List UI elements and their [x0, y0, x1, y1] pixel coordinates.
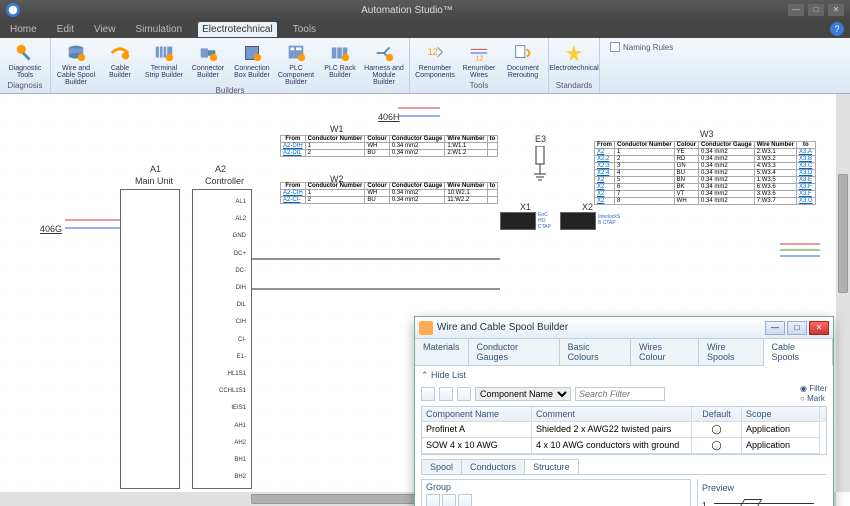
tab-wires-colour[interactable]: Wires Colour [631, 339, 699, 365]
a1-ref: A1 [150, 164, 161, 174]
delete-item-button[interactable] [439, 387, 453, 401]
renumber-wires-button[interactable]: 12Renumber Wires [458, 40, 500, 81]
table-w2: FromConductor NumberColourConductor Gaug… [280, 182, 498, 204]
connector-icon [197, 42, 219, 64]
dialog-title: Wire and Cable Spool Builder [437, 322, 765, 333]
label-w1: W1 [330, 124, 344, 134]
net-label-406g[interactable]: 406G [40, 224, 62, 234]
renumber-wires-icon: 12 [468, 42, 490, 64]
filter-by-select[interactable]: Component Name [475, 387, 571, 401]
label-x1: X1 [520, 202, 531, 212]
wrench-gear-icon [14, 42, 36, 64]
minimize-button[interactable]: — [788, 4, 804, 16]
copy-item-button[interactable] [457, 387, 471, 401]
wire-cable-spool-builder-dialog: Wire and Cable Spool Builder — □ ✕ Mater… [414, 316, 834, 506]
table-w3: FromConductor NumberColourConductor Gaug… [594, 141, 816, 205]
rerouting-icon [512, 42, 534, 64]
renumber-comp-icon: 12 [424, 42, 446, 64]
a2-ref: A2 [215, 164, 226, 174]
net-label-406h[interactable]: 406H [378, 112, 400, 122]
label-x2: X2 [582, 202, 593, 212]
a2-name: Controller [205, 176, 244, 186]
terminal-strip-icon [153, 42, 175, 64]
naming-rules-checkbox[interactable]: Naming Rules [604, 40, 679, 54]
box-icon [241, 42, 263, 64]
tab-materials[interactable]: Materials [415, 339, 469, 365]
app-title: Automation Studio™ [26, 5, 788, 16]
search-filter-input[interactable] [575, 387, 665, 401]
vertical-scrollbar[interactable] [836, 94, 850, 492]
tab-basic-colours[interactable]: Basic Colours [560, 339, 631, 365]
standards-icon [563, 42, 585, 64]
svg-text:12: 12 [428, 47, 438, 57]
tab-simulation[interactable]: Simulation [131, 22, 186, 37]
connector-x2[interactable] [560, 212, 596, 230]
app-logo [6, 3, 20, 17]
titlebar: Automation Studio™ — □ ✕ [0, 0, 850, 20]
harness-builder-button[interactable]: Harness and Module Builder [363, 40, 405, 86]
dialog-tabs: Materials Conductor Gauges Basic Colours… [415, 339, 833, 366]
tab-conductor-gauges[interactable]: Conductor Gauges [469, 339, 560, 365]
spool-icon [65, 42, 87, 64]
plc-rack-builder-button[interactable]: PLC Rack Builder [319, 40, 361, 86]
svg-text:12: 12 [475, 53, 483, 62]
a1-name: Main Unit [135, 176, 173, 186]
renumber-components-button[interactable]: 12Renumber Components [414, 40, 456, 81]
dialog-maximize-button[interactable]: □ [787, 321, 807, 335]
table-w1: FromConductor NumberColourConductor Gaug… [280, 135, 498, 157]
cable-spools-grid[interactable]: Component Name Comment Default Scope Pro… [421, 406, 827, 455]
cable-builder-button[interactable]: Cable Builder [99, 40, 141, 86]
menu-tabs: Home Edit View Simulation Electrotechnic… [0, 20, 850, 38]
plc-icon [285, 42, 307, 64]
subtab-conductors[interactable]: Conductors [461, 459, 525, 474]
cable-icon [109, 42, 131, 64]
connection-box-builder-button[interactable]: Connection Box Builder [231, 40, 273, 86]
connector-builder-button[interactable]: Connector Builder [187, 40, 229, 86]
mark-radio[interactable]: ○ Mark [800, 394, 827, 403]
tab-home[interactable]: Home [6, 22, 41, 37]
tab-electrotechnical[interactable]: Electrotechnical [198, 22, 277, 37]
table-row[interactable]: Profinet AShielded 2 x AWG22 twisted pai… [422, 422, 826, 438]
hide-list-toggle[interactable]: ⌃ Hide List [421, 370, 466, 381]
component-e3[interactable] [528, 146, 552, 194]
component-a1[interactable] [120, 189, 180, 489]
ribbon: Diagnostic Tools Diagnosis Wire and Cabl… [0, 38, 850, 94]
preview-panel: Preview 1234567 [697, 479, 827, 506]
tab-edit[interactable]: Edit [53, 22, 78, 37]
edit-group-button[interactable] [458, 494, 472, 506]
label-e3: E3 [535, 134, 546, 144]
tab-wire-spools[interactable]: Wire Spools [699, 339, 764, 365]
new-item-button[interactable] [421, 387, 435, 401]
label-w3: W3 [700, 129, 714, 139]
dialog-minimize-button[interactable]: — [765, 321, 785, 335]
close-button[interactable]: ✕ [828, 4, 844, 16]
subtab-spool[interactable]: Spool [421, 459, 462, 474]
remove-group-button[interactable] [442, 494, 456, 506]
rack-icon [329, 42, 351, 64]
document-rerouting-button[interactable]: Document Rerouting [502, 40, 544, 81]
terminal-strip-builder-button[interactable]: Terminal Strip Builder [143, 40, 185, 86]
tab-cable-spools[interactable]: Cable Spools [764, 339, 833, 366]
table-row[interactable]: SOW 4 x 10 AWG4 x 10 AWG conductors with… [422, 438, 826, 454]
schematic-canvas[interactable]: 406G 406H A1 Main Unit A2 Controller W1 … [0, 94, 850, 506]
spool-icon [419, 321, 433, 335]
electrotechnical-standards-button[interactable]: Electrotechnical [553, 40, 595, 81]
wire-spool-builder-button[interactable]: Wire and Cable Spool Builder [55, 40, 97, 86]
dialog-close-button[interactable]: ✕ [809, 321, 829, 335]
subtab-structure[interactable]: Structure [524, 459, 579, 474]
diagnostic-tools-button[interactable]: Diagnostic Tools [4, 40, 46, 81]
filter-radio[interactable]: ◉ Filter [800, 384, 827, 393]
help-button[interactable]: ? [830, 22, 844, 36]
plc-component-builder-button[interactable]: PLC Component Builder [275, 40, 317, 86]
tab-tools[interactable]: Tools [289, 22, 320, 37]
connector-x1[interactable] [500, 212, 536, 230]
tab-view[interactable]: View [90, 22, 120, 37]
harness-icon [373, 42, 395, 64]
add-group-button[interactable] [426, 494, 440, 506]
maximize-button[interactable]: □ [808, 4, 824, 16]
